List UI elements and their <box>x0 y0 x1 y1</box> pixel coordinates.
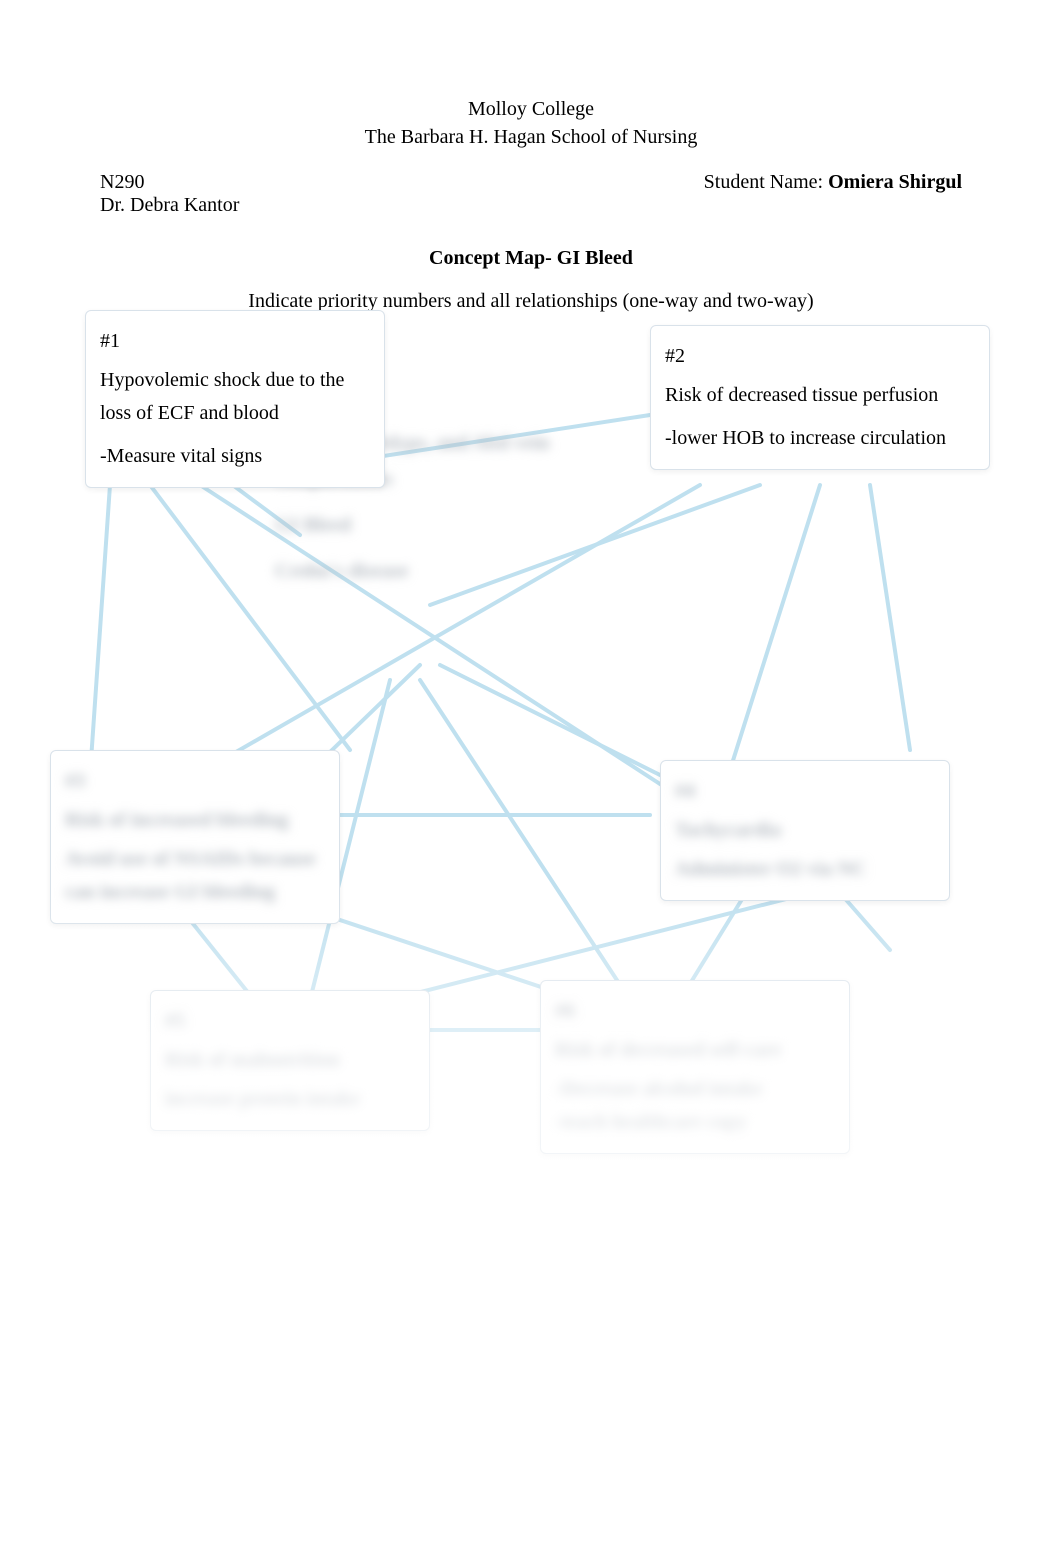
center-line3: GI Bleed <box>275 507 550 543</box>
box2-l1: Risk of decreased tissue perfusion <box>665 381 975 410</box>
box4-num: #4 <box>675 777 935 806</box>
box6-l3: -teach healthcare copy <box>555 1108 835 1137</box>
box2-l2: -lower HOB to increase circulation <box>665 424 975 453</box>
box4-l2: Administer O2 via NC <box>675 855 935 884</box>
student-label: Student Name: <box>704 171 828 193</box>
course-code: N290 <box>100 171 239 194</box>
box1-l2: loss of ECF and blood <box>100 399 370 428</box>
header-line1: Molloy College <box>0 95 1062 123</box>
box4-l1: Tachycardia <box>675 816 935 845</box>
box5-num: #5 <box>165 1007 415 1036</box>
page-title: Concept Map- GI Bleed <box>0 217 1062 270</box>
concept-box-5: #5 Risk of malnutrition increase protein… <box>150 990 430 1131</box>
concept-box-1: #1 Hypovolemic shock due to the loss of … <box>85 310 385 488</box>
box3-l1: Risk of increased bleeding <box>65 806 325 835</box>
blur-overlay <box>0 890 1062 1410</box>
center-line4: Crohn's disease <box>275 553 550 589</box>
box5-l1: Risk of malnutrition <box>165 1046 415 1075</box>
box1-l3: -Measure vital signs <box>100 442 370 471</box>
page-subtitle: Indicate priority numbers and all relati… <box>0 270 1062 313</box>
concept-box-6: #6 Risk of decreased self-care -Decrease… <box>540 980 850 1154</box>
box3-num: #3 <box>65 767 325 796</box>
concept-box-3: #3 Risk of increased bleeding Avoid use … <box>50 750 340 924</box>
box5-l2: increase protein intake <box>165 1085 415 1114</box>
concept-box-4: #4 Tachycardia Administer O2 via NC <box>660 760 950 901</box>
concept-box-2: #2 Risk of decreased tissue perfusion -l… <box>650 325 990 470</box>
box6-l2: -Decrease alcohol intake <box>555 1075 835 1104</box>
box1-l1: Hypovolemic shock due to the <box>100 366 370 395</box>
box6-l1: Risk of decreased self-care <box>555 1036 835 1065</box>
concept-map-diagram: Infections, Polyps, and Abd vein complic… <box>0 310 1062 1410</box>
box3-l2: Avoid use of NSAIDs because <box>65 845 325 874</box>
box1-num: #1 <box>100 327 370 356</box>
box6-num: #6 <box>555 997 835 1026</box>
instructor-name: Dr. Debra Kantor <box>100 194 239 217</box>
student-name: Omiera Shirgul <box>828 171 962 193</box>
box3-l3: can increase GI bleeding <box>65 878 325 907</box>
header-line2: The Barbara H. Hagan School of Nursing <box>0 123 1062 151</box>
box2-num: #2 <box>665 342 975 371</box>
